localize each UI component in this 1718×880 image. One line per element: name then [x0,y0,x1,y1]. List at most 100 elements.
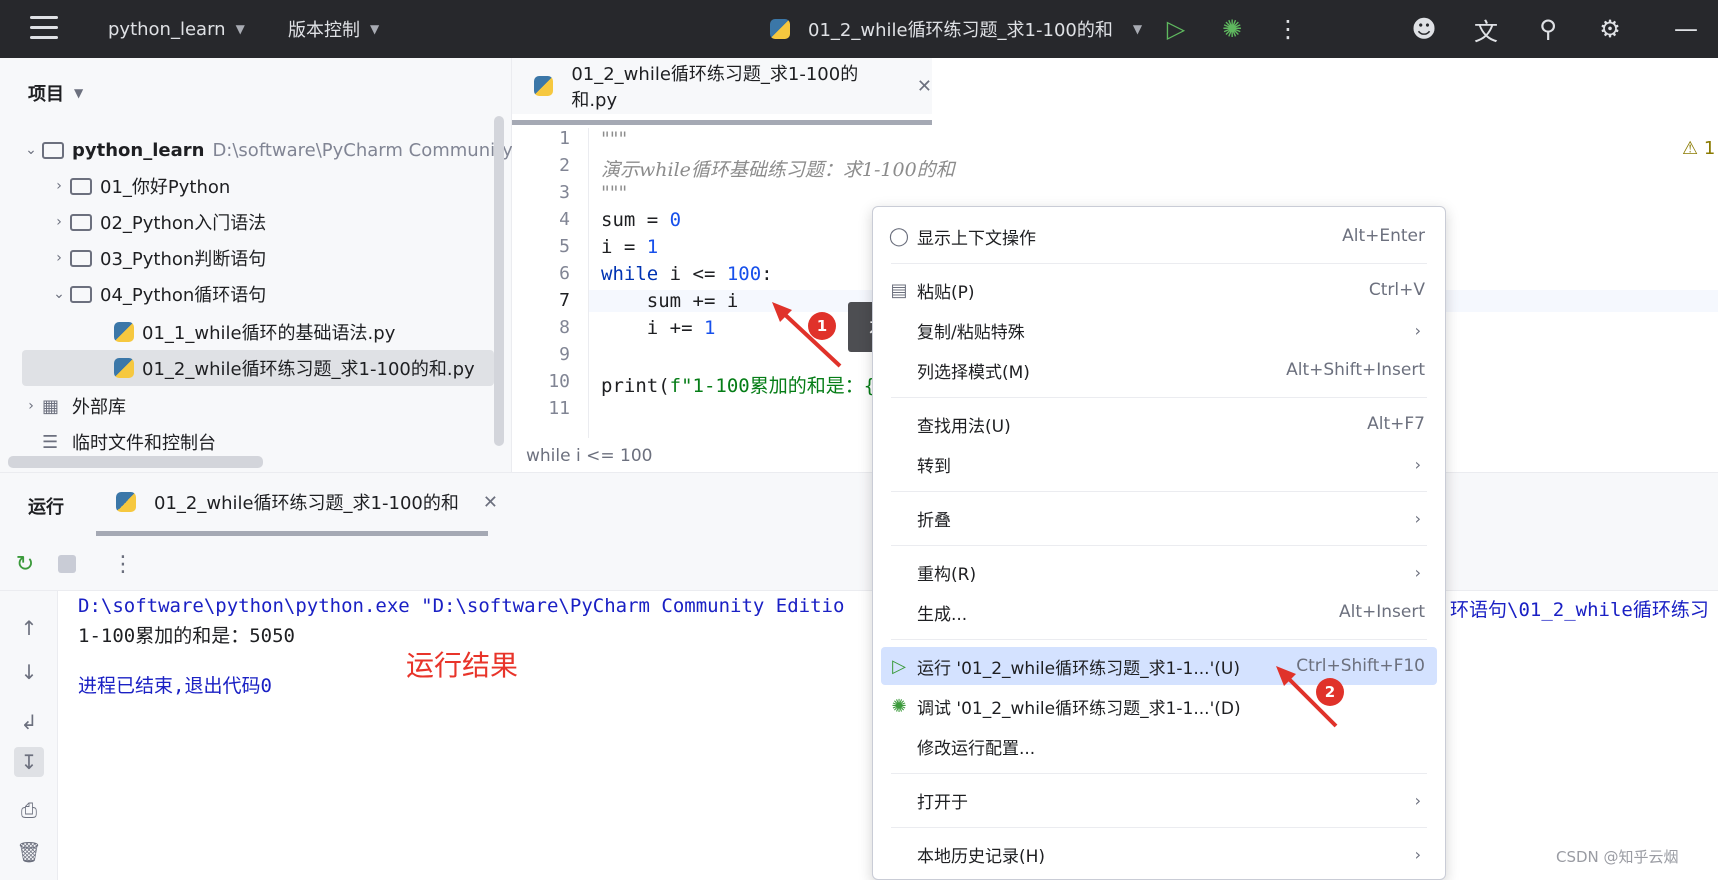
menu-item-shortcut: Alt+F7 [1367,414,1425,434]
warning-indicator[interactable]: ⚠ 1 [1682,138,1715,159]
chevron-down-icon: ▼ [74,86,84,100]
tree-item-label: 02_Python入门语法 [100,213,267,234]
print-icon[interactable]: ⎙ [14,795,44,825]
line-gutter: 1 2 3 4 5 6 7 8 9 10 11 [512,128,588,438]
soft-wrap-icon[interactable]: ↲ [14,707,44,737]
tree-root[interactable]: ⌄ python_learn D:\software\PyCharm Commu… [20,132,515,168]
tree-item[interactable]: › 03_Python判断语句 [48,240,543,276]
vertical-scrollbar[interactable] [494,116,504,446]
menu-separator [891,397,1427,398]
line-number: 6 [559,263,570,284]
tree-item[interactable]: ⌄ 04_Python循环语句 [48,276,543,312]
menu-item-go-to[interactable]: 转到 › [881,445,1437,483]
menu-item-debug[interactable]: ✺ 调试 '01_2_while循环练习题_求1-1...'(D) [881,687,1437,725]
search-icon[interactable]: ⚲ [1532,13,1564,45]
expand-right-icon: › [56,250,62,266]
scroll-down-icon[interactable]: ↓ [14,657,44,687]
menu-item-show-context-actions[interactable]: ◯ 显示上下文操作 Alt+Enter [881,217,1437,255]
run-config-selector[interactable]: 01_2_while循环练习题_求1-100的和 ▼ [770,0,1142,58]
run-tab[interactable]: 01_2_while循环练习题_求1-100的和 ✕ [116,489,498,515]
scroll-up-icon[interactable]: ↑ [14,613,44,643]
line-number: 4 [559,209,570,230]
chevron-right-icon: › [1414,790,1421,810]
project-name: python_learn [108,18,226,40]
more-icon[interactable]: ⋮ [110,551,136,577]
chevron-right-icon: › [1414,454,1421,474]
tree-item[interactable]: › 01_你好Python [48,168,543,204]
menu-item-label: 转到 [917,456,951,477]
debug-icon[interactable]: ✺ [1216,13,1248,45]
line-number: 11 [548,398,570,419]
rerun-icon[interactable]: ↻ [12,551,38,577]
translate-icon[interactable]: 文 [1470,13,1502,46]
tab-underline [96,531,488,536]
line-number: 10 [548,371,570,392]
run-tab-label: 01_2_while循环练习题_求1-100的和 [154,493,459,514]
menu-item-local-history[interactable]: 本地历史记录(H) › [881,835,1437,873]
menu-item-open-in[interactable]: 打开于 › [881,781,1437,819]
horizontal-scrollbar[interactable] [8,456,263,468]
python-file-icon [770,19,790,39]
code-line: i = 1 [601,236,658,258]
expand-right-icon: › [56,214,62,230]
root-path: D:\software\PyCharm Community [212,139,513,161]
tree-item-scratches[interactable]: ☰ 临时文件和控制台 [42,424,537,460]
vcs-menu[interactable]: 版本控制 ▼ [288,0,379,58]
expand-down-icon: ⌄ [25,142,37,158]
project-panel-title[interactable]: 项目 ▼ [28,80,83,106]
stop-icon[interactable] [54,551,80,577]
menu-item-shortcut: Alt+Insert [1338,602,1425,622]
project-switcher[interactable]: python_learn ▼ [108,0,245,58]
code-token: print( [601,375,670,397]
python-file-icon [116,492,136,512]
run-icon[interactable]: ▷ [1160,13,1192,45]
run-panel-title: 运行 [28,497,64,518]
menu-separator [891,263,1427,264]
menu-item-label: 重构(R) [917,564,977,585]
code-token: i += [601,317,704,339]
more-icon[interactable]: ⋮ [1272,13,1304,45]
warning-icon: ⚠ [1682,138,1699,159]
expand-right-icon: › [56,178,62,194]
menu-item-label: 生成... [917,604,968,625]
menu-item-refactor[interactable]: 重构(R) › [881,553,1437,591]
scroll-to-end-icon[interactable]: ↧ [14,747,44,777]
warning-count: 1 [1703,138,1716,159]
tree-file-selected[interactable]: 01_2_while循环练习题_求1-100的和.py [22,350,494,386]
annotation-arrow-2 [1276,666,1338,728]
close-icon[interactable]: ✕ [483,492,498,513]
minimize-icon[interactable]: — [1670,13,1702,45]
run-toolbar: ↻ ⋮ [0,537,1718,591]
code-token: = [635,209,670,231]
menu-item-generate[interactable]: 生成... Alt+Insert [881,593,1437,631]
menu-item-label: 打开于 [917,792,968,813]
code-line: print(f"1-100累加的和是：{ [601,371,875,398]
menu-item-paste[interactable]: ▤ 粘贴(P) Ctrl+V [881,271,1437,309]
close-icon[interactable]: ✕ [917,76,932,97]
chevron-down-icon: ▼ [235,22,245,36]
debug-icon: ✺ [891,695,907,717]
menu-item-find-usages[interactable]: 查找用法(U) Alt+F7 [881,405,1437,443]
tree-item-label: 01_1_while循环的基础语法.py [142,323,396,344]
tree-item[interactable]: › 02_Python入门语法 [48,204,543,240]
menu-item-label: 运行 '01_2_while循环练习题_求1-1...'(U) [917,658,1240,679]
menu-item-label: 折叠 [917,510,951,531]
menu-item-shortcut: Alt+Shift+Insert [1286,360,1425,380]
code-token: = [612,236,647,258]
tree-item-external-libs[interactable]: › ▦ 外部库 [20,388,515,424]
add-user-icon[interactable]: ☻ [1408,13,1440,45]
menu-item-modify-run-config[interactable]: 修改运行配置... [881,727,1437,765]
trash-icon[interactable]: 🗑 [14,837,44,867]
menu-item-folding[interactable]: 折叠 › [881,499,1437,537]
menu-item-column-selection[interactable]: 列选择模式(M) Alt+Shift+Insert [881,351,1437,389]
menu-item-copy-paste-special[interactable]: 复制/粘贴特殊 › [881,311,1437,349]
menu-item-run[interactable]: ▷ 运行 '01_2_while循环练习题_求1-1...'(U) Ctrl+S… [881,647,1437,685]
editor-tab[interactable]: 01_2_while循环练习题_求1-100的和.py ✕ [512,58,932,114]
watermark: CSDN @知乎云烟 [1556,848,1679,866]
code-token: i [601,236,613,258]
breadcrumb[interactable]: while i <= 100 [526,446,652,466]
main-menu-icon[interactable] [30,16,58,42]
settings-icon[interactable]: ⚙ [1594,13,1626,45]
menu-item-label: 查找用法(U) [917,416,1011,437]
line-number: 5 [559,236,570,257]
